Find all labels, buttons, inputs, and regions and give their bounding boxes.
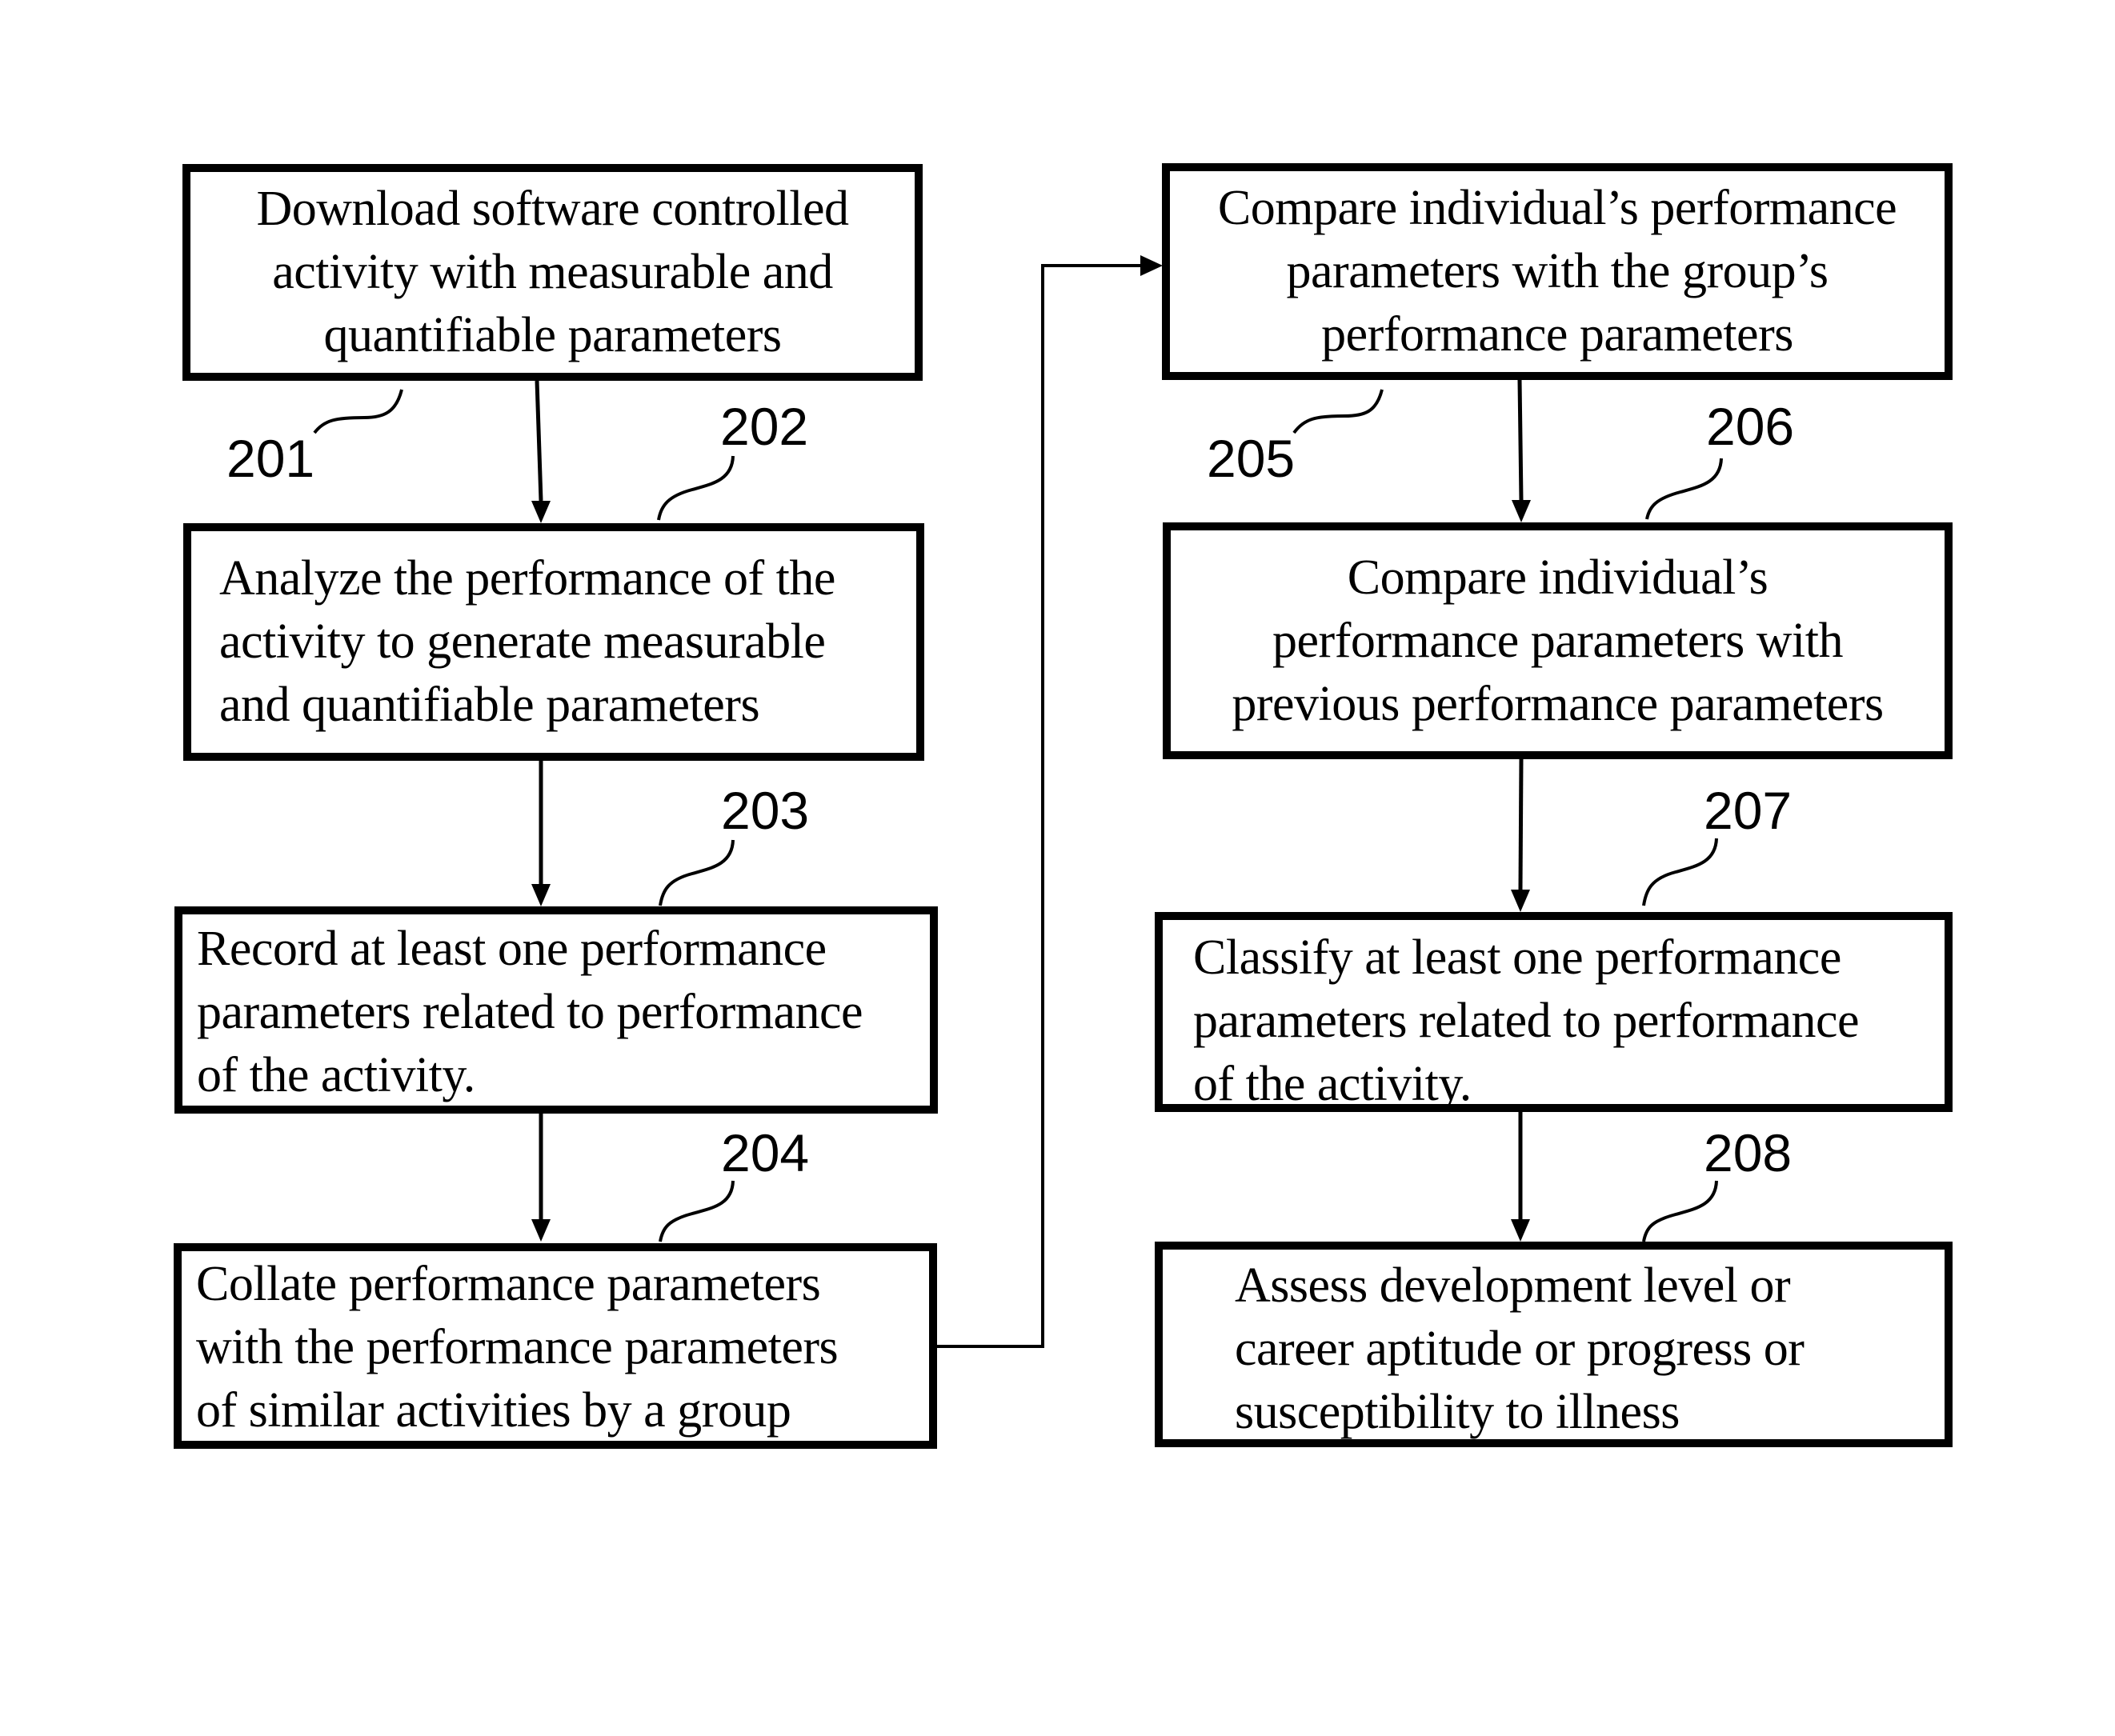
leader-line-201 <box>313 389 403 434</box>
arrow-207-to-208 <box>1511 1112 1530 1242</box>
ref-label-201: 201 <box>226 429 315 488</box>
step-201-box: Download software controlled activity wi… <box>182 164 923 381</box>
step-202-line-1: Analyze the performance of the <box>219 551 835 606</box>
arrow-206-to-207 <box>1511 758 1530 912</box>
step-203-line-3: of the activity. <box>197 1048 475 1102</box>
step-206-line-2: performance parameters with <box>1272 613 1843 668</box>
arrow-203-to-204 <box>531 1114 551 1242</box>
step-208-line-1: Assess development level or <box>1235 1258 1791 1313</box>
leader-line-202 <box>657 455 735 521</box>
step-205-line-3: performance parameters <box>1321 307 1793 362</box>
step-203-box: Record at least one performance paramete… <box>174 906 938 1114</box>
arrow-201-to-202 <box>531 380 551 523</box>
step-202-line-2: activity to generate measurable <box>219 614 826 669</box>
step-201-line-3: quantifiable parameters <box>323 308 782 362</box>
step-204-box: Collate performance parameters with the … <box>174 1243 937 1449</box>
flowchart-canvas: Download software controlled activity wi… <box>0 0 2115 1736</box>
leader-line-203 <box>659 839 735 906</box>
step-202-box: Analyze the performance of the activity … <box>183 523 924 761</box>
step-204-line-1: Collate performance parameters <box>196 1257 821 1311</box>
step-202-line-3: and quantifiable parameters <box>219 678 760 732</box>
leader-line-205 <box>1292 389 1384 434</box>
ref-label-203: 203 <box>721 781 810 840</box>
arrow-202-to-203 <box>531 761 551 906</box>
leader-line-206 <box>1645 458 1723 520</box>
step-206-line-1: Compare individual’s <box>1347 550 1769 605</box>
step-207-box: Classify at least one performance parame… <box>1155 912 1953 1112</box>
arrow-204-to-205 <box>937 255 1163 1348</box>
step-201-line-2: activity with measurable and <box>272 245 833 299</box>
step-207-line-1: Classify at least one performance <box>1193 930 1841 985</box>
ref-label-204: 204 <box>721 1123 810 1182</box>
ref-label-202: 202 <box>720 397 809 456</box>
ref-label-205: 205 <box>1207 429 1296 488</box>
step-206-box: Compare individual’s performance paramet… <box>1163 522 1953 759</box>
step-208-line-3: susceptibility to illness <box>1235 1385 1680 1439</box>
arrow-205-to-206 <box>1512 379 1531 522</box>
ref-label-206: 206 <box>1706 397 1795 456</box>
ref-label-207: 207 <box>1704 781 1793 840</box>
step-203-line-1: Record at least one performance <box>197 922 827 976</box>
step-204-line-2: with the performance parameters <box>196 1320 839 1374</box>
step-205-line-1: Compare individual’s performance <box>1217 181 1897 235</box>
leader-line-208 <box>1642 1180 1718 1242</box>
step-205-box: Compare individual’s performance paramet… <box>1162 163 1953 380</box>
step-207-line-3: of the activity. <box>1193 1057 1472 1111</box>
step-207-line-2: parameters related to performance <box>1193 994 1860 1048</box>
step-204-line-3: of similar activities by a group <box>196 1383 791 1438</box>
step-203-line-2: parameters related to performance <box>197 985 863 1039</box>
leader-line-204 <box>659 1180 735 1242</box>
step-206-line-3: previous performance parameters <box>1232 676 1884 731</box>
step-205-line-2: parameters with the group’s <box>1286 244 1829 298</box>
step-208-box: Assess development level or career aptit… <box>1155 1242 1953 1447</box>
step-201-line-1: Download software controlled <box>256 182 849 236</box>
leader-line-207 <box>1642 838 1718 906</box>
step-208-line-2: career aptitude or progress or <box>1235 1322 1805 1376</box>
ref-label-208: 208 <box>1704 1123 1793 1182</box>
